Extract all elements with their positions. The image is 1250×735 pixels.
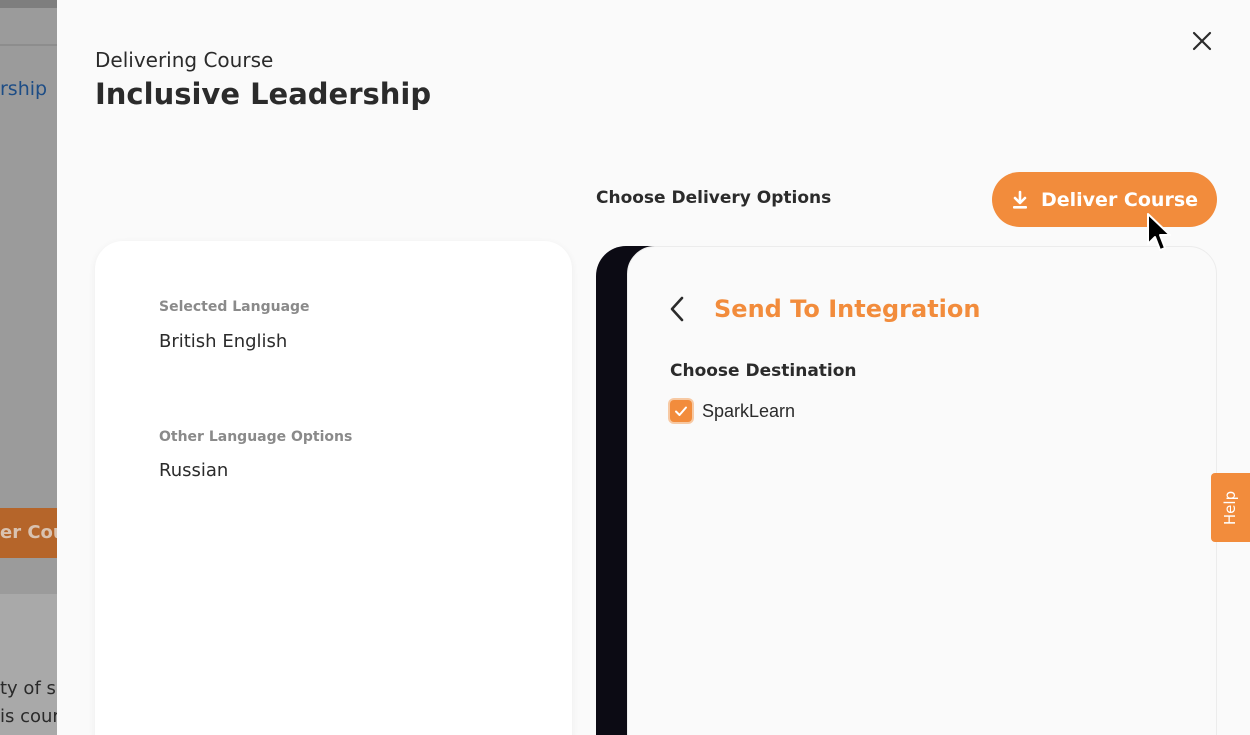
integration-title: Send To Integration [714, 295, 981, 323]
background-topbar [0, 0, 60, 8]
course-title: Inclusive Leadership [95, 77, 432, 111]
background-link: rship [0, 78, 48, 100]
background-deliver-button: er Cou [0, 508, 58, 558]
selected-language-label: Selected Language [159, 299, 310, 315]
background-divider [0, 44, 60, 46]
other-language-label: Other Language Options [159, 429, 353, 445]
checkbox[interactable] [670, 400, 692, 422]
chevron-left-icon[interactable] [666, 295, 690, 323]
destination-label: Choose Destination [670, 361, 857, 381]
mouse-cursor-icon [1146, 212, 1172, 254]
destination-label-text: SparkLearn [702, 400, 796, 421]
deliver-course-label: Deliver Course [1040, 188, 1199, 211]
delivery-drawer: Delivering Course Inclusive Leadership C… [57, 0, 1250, 735]
help-tab[interactable]: Help [1211, 473, 1250, 542]
close-icon[interactable] [1189, 28, 1215, 54]
language-card: Selected Language British English Other … [95, 241, 572, 735]
deliver-course-button[interactable]: Deliver Course [992, 172, 1217, 227]
selected-language-value: British English [159, 331, 288, 352]
background-text: is cour [0, 706, 60, 727]
delivery-options-label: Choose Delivery Options [596, 188, 832, 208]
drawer-subtitle: Delivering Course [95, 48, 274, 72]
other-language-value[interactable]: Russian [159, 460, 228, 481]
check-icon [675, 406, 687, 416]
integration-card: Send To Integration Choose Destination S… [627, 246, 1217, 735]
help-label: Help [1221, 490, 1240, 525]
download-icon [1011, 190, 1029, 210]
destination-option-sparklearn[interactable]: SparkLearn [670, 400, 795, 422]
